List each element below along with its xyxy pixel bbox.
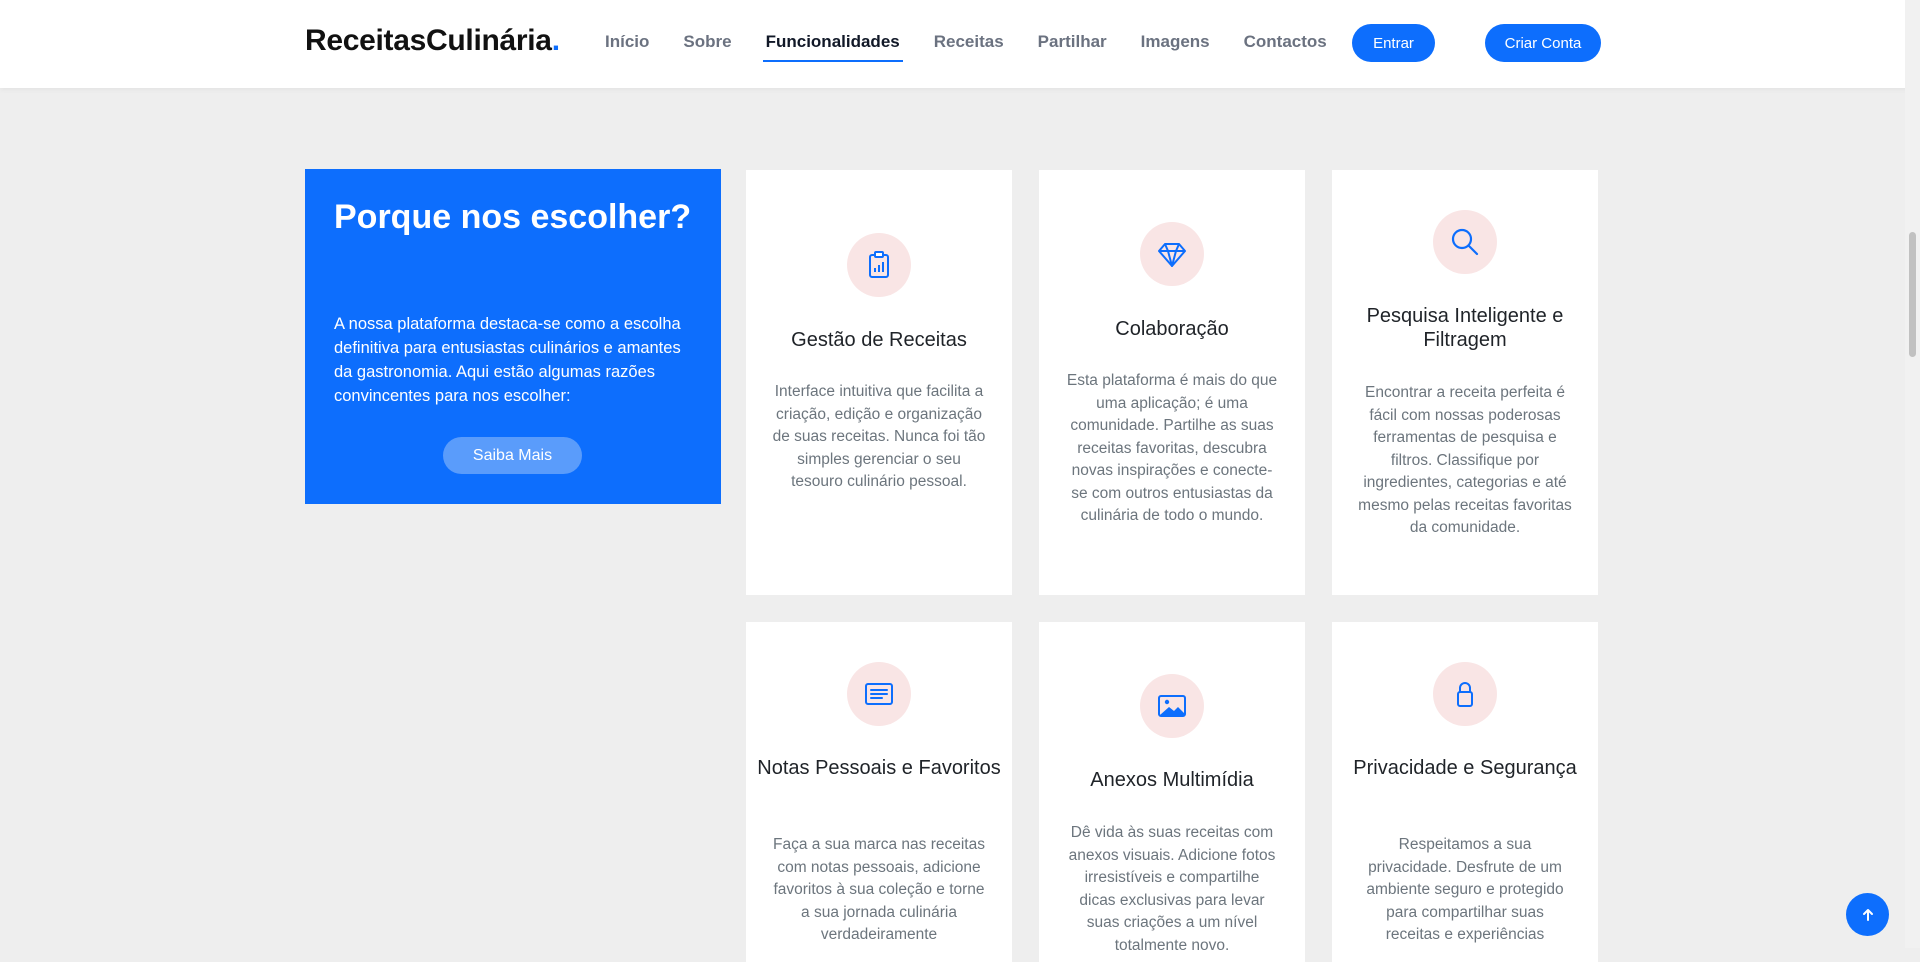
feature-title: Pesquisa Inteligente e Filtragem — [1366, 305, 1564, 351]
feature-text: Dê vida às suas receitas com anexos visu… — [1068, 824, 1276, 954]
card-text-icon — [847, 662, 911, 726]
feature-card-collaboration: Colaboração Esta plataforma é mais do qu… — [1039, 170, 1305, 595]
page-scrollbar[interactable] — [1905, 0, 1920, 948]
gem-icon — [1140, 222, 1204, 286]
feature-card-personal-notes: Notas Pessoais e Favoritos Faça a sua ma… — [746, 622, 1012, 962]
feature-title: Gestão de Receitas — [791, 329, 967, 351]
feature-card-smart-search: Pesquisa Inteligente e Filtragem Encontr… — [1332, 170, 1598, 595]
nav-funcionalidades[interactable]: Funcionalidades — [762, 32, 903, 62]
feature-card-privacy: Privacidade e Segurança Respeitamos a su… — [1332, 622, 1598, 962]
nav-partilhar[interactable]: Partilhar — [1038, 32, 1107, 60]
feature-text: Esta plataforma é mais do que uma aplica… — [1066, 372, 1278, 524]
scroll-to-top-button[interactable] — [1846, 893, 1889, 936]
feature-text: Interface intuitiva que facilita a criaç… — [772, 383, 986, 490]
feature-text: Faça a sua marca nas receitas com notas … — [773, 836, 985, 943]
signup-button[interactable]: Criar Conta — [1485, 24, 1601, 62]
lock-icon — [1433, 662, 1497, 726]
learn-more-button[interactable]: Saiba Mais — [443, 437, 582, 474]
feature-title: Notas Pessoais e Favoritos — [757, 757, 1001, 779]
why-title: Porque nos escolher? — [334, 198, 692, 236]
feature-card-recipe-management: Gestão de Receitas Interface intuitiva q… — [746, 170, 1012, 595]
search-icon — [1433, 210, 1497, 274]
feature-title: Anexos Multimídia — [1090, 769, 1254, 791]
arrow-up-icon — [1862, 908, 1873, 921]
nav-imagens[interactable]: Imagens — [1141, 32, 1210, 60]
logo-text: ReceitasCulinária — [305, 24, 552, 57]
feature-title: Privacidade e Segurança — [1353, 757, 1577, 779]
image-icon — [1140, 674, 1204, 738]
feature-text: Respeitamos a sua privacidade. Desfrute … — [1366, 836, 1564, 943]
nav-sobre[interactable]: Sobre — [683, 32, 731, 60]
feature-text: Encontrar a receita perfeita é fácil com… — [1358, 384, 1572, 536]
site-header: ReceitasCulinária. Início Sobre Funciona… — [0, 0, 1920, 88]
scrollbar-thumb[interactable] — [1909, 232, 1916, 357]
feature-card-multimedia: Anexos Multimídia Dê vida às suas receit… — [1039, 622, 1305, 962]
logo[interactable]: ReceitasCulinária. — [305, 24, 560, 58]
logo-dot: . — [551, 24, 560, 57]
feature-title: Colaboração — [1115, 318, 1229, 340]
login-button[interactable]: Entrar — [1352, 24, 1435, 62]
clipboard-chart-icon — [847, 233, 911, 297]
nav-inicio[interactable]: Início — [605, 32, 649, 60]
why-description: A nossa plataforma destaca-se como a esc… — [334, 315, 681, 405]
main-nav: Início Sobre Funcionalidades Receitas Pa… — [605, 32, 1361, 62]
nav-contactos[interactable]: Contactos — [1244, 32, 1327, 60]
why-choose-us-panel: Porque nos escolher? A nossa plataforma … — [305, 169, 721, 504]
nav-receitas[interactable]: Receitas — [934, 32, 1004, 60]
